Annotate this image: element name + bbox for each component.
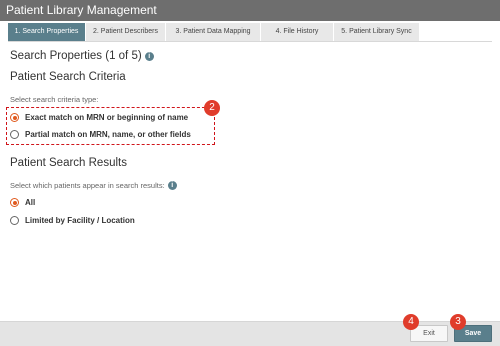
tab-patient-data-mapping[interactable]: 3. Patient Data Mapping <box>166 23 261 41</box>
info-icon[interactable]: i <box>167 181 177 190</box>
page-heading: Search Properties (1 of 5) i <box>10 50 154 62</box>
results-option-all-label: All <box>25 198 36 207</box>
window-title: Patient Library Management <box>6 3 157 17</box>
radio-unselected-icon[interactable] <box>10 130 19 139</box>
results-prompt: Select which patients appear in search r… <box>10 181 177 190</box>
results-option-all[interactable]: All <box>10 196 35 209</box>
results-option-limited-label: Limited by Facility / Location <box>25 216 135 225</box>
radio-selected-icon[interactable] <box>10 113 19 122</box>
criteria-option-partial[interactable]: Partial match on MRN, name, or other fie… <box>10 128 191 141</box>
criteria-option-exact[interactable]: Exact match on MRN or beginning of name <box>10 111 188 124</box>
tab-patient-library-sync[interactable]: 5. Patient Library Sync <box>334 23 420 41</box>
criteria-prompt: Select search criteria type: <box>10 95 99 104</box>
tab-patient-describers[interactable]: 2. Patient Describers <box>86 23 166 41</box>
criteria-section-title: Patient Search Criteria <box>10 71 126 83</box>
tabs-divider <box>8 41 492 42</box>
results-option-limited[interactable]: Limited by Facility / Location <box>10 214 135 227</box>
tab-search-properties[interactable]: 1. Search Properties <box>8 23 86 41</box>
annotation-badge-2: 2 <box>204 100 220 116</box>
page-heading-text: Search Properties (1 of 5) <box>10 50 142 62</box>
annotation-badge-4: 4 <box>403 314 419 330</box>
radio-selected-icon[interactable] <box>10 198 19 207</box>
annotation-badge-3: 3 <box>450 314 466 330</box>
criteria-option-exact-label: Exact match on MRN or beginning of name <box>25 113 189 122</box>
criteria-option-partial-label: Partial match on MRN, name, or other fie… <box>25 130 191 139</box>
tab-file-history[interactable]: 4. File History <box>261 23 334 41</box>
results-section-title: Patient Search Results <box>10 157 127 169</box>
wizard-tabs: 1. Search Properties 2. Patient Describe… <box>8 23 420 41</box>
window-title-bar: Patient Library Management <box>0 0 500 21</box>
results-prompt-text: Select which patients appear in search r… <box>10 181 165 190</box>
info-icon[interactable]: i <box>144 52 154 61</box>
radio-unselected-icon[interactable] <box>10 216 19 225</box>
